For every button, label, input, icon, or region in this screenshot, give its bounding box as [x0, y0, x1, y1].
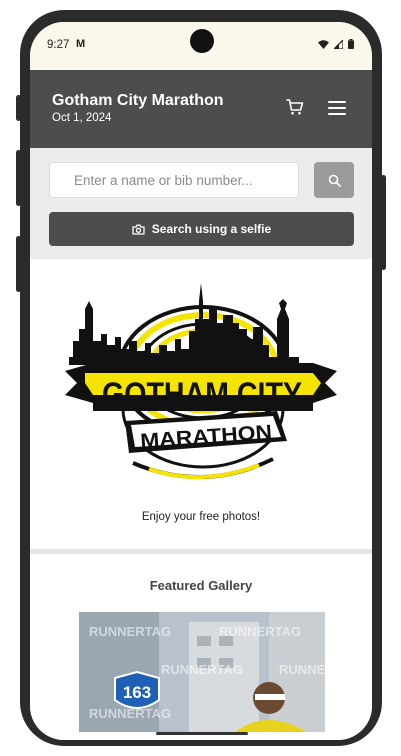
featured-gallery-section: Featured Gallery 163 RUNNERTAG RUNNERTAG… [30, 554, 372, 740]
front-camera [190, 29, 214, 53]
search-icon [328, 174, 341, 187]
svg-text:RUNNERTAG: RUNNERTAG [89, 624, 171, 639]
svg-text:RUNNERTAG: RUNNERTAG [219, 624, 301, 639]
hamburger-menu-icon[interactable] [328, 100, 346, 116]
svg-text:RUNNERTAG: RUNNERTAG [161, 662, 243, 677]
status-bar: 9:27 M [30, 22, 372, 70]
app-header: Gotham City Marathon Oct 1, 2024 [30, 70, 372, 148]
route-sign-icon: 163 [114, 670, 160, 709]
hero-tagline: Enjoy your free photos! [141, 511, 261, 523]
battery-icon [348, 39, 354, 49]
search-section: Search using a selfie [30, 148, 372, 259]
featured-gallery-title: Featured Gallery [149, 578, 253, 593]
gmail-icon: M [76, 38, 86, 50]
gotham-city-marathon-logo: GOTHAM CITY MARATHON [65, 283, 337, 480]
signal-icon [334, 39, 343, 49]
selfie-search-label: Search using a selfie [151, 222, 272, 236]
gallery-photo: 163 RUNNERTAG RUNNERTAG RUNNERTAG RUNNE R… [79, 612, 325, 732]
status-time: 9:27 [47, 39, 70, 51]
camera-icon [132, 224, 145, 235]
home-indicator[interactable] [156, 732, 248, 735]
featured-gallery-image[interactable]: 163 RUNNERTAG RUNNERTAG RUNNERTAG RUNNE R… [79, 612, 325, 732]
selfie-search-button[interactable]: Search using a selfie [49, 212, 354, 246]
event-date: Oct 1, 2024 [52, 112, 112, 124]
phone-screen: 9:27 M Gotham City Marathon Oct 1, 2024 [30, 22, 372, 740]
svg-text:163: 163 [123, 683, 151, 702]
status-icons [318, 39, 354, 49]
svg-text:RUNNERTAG: RUNNERTAG [89, 706, 171, 721]
search-input[interactable] [49, 162, 299, 198]
hero-section: GOTHAM CITY MARATHON Enjoy your free pho… [30, 259, 372, 549]
search-button[interactable] [314, 162, 354, 198]
wifi-icon [318, 39, 329, 49]
event-title: Gotham City Marathon [52, 92, 224, 109]
svg-text:RUNNERTAG: RUNNERTAG [279, 662, 325, 677]
logo-text-gotham-city: GOTHAM CITY [102, 376, 302, 412]
cart-icon[interactable] [286, 98, 304, 116]
